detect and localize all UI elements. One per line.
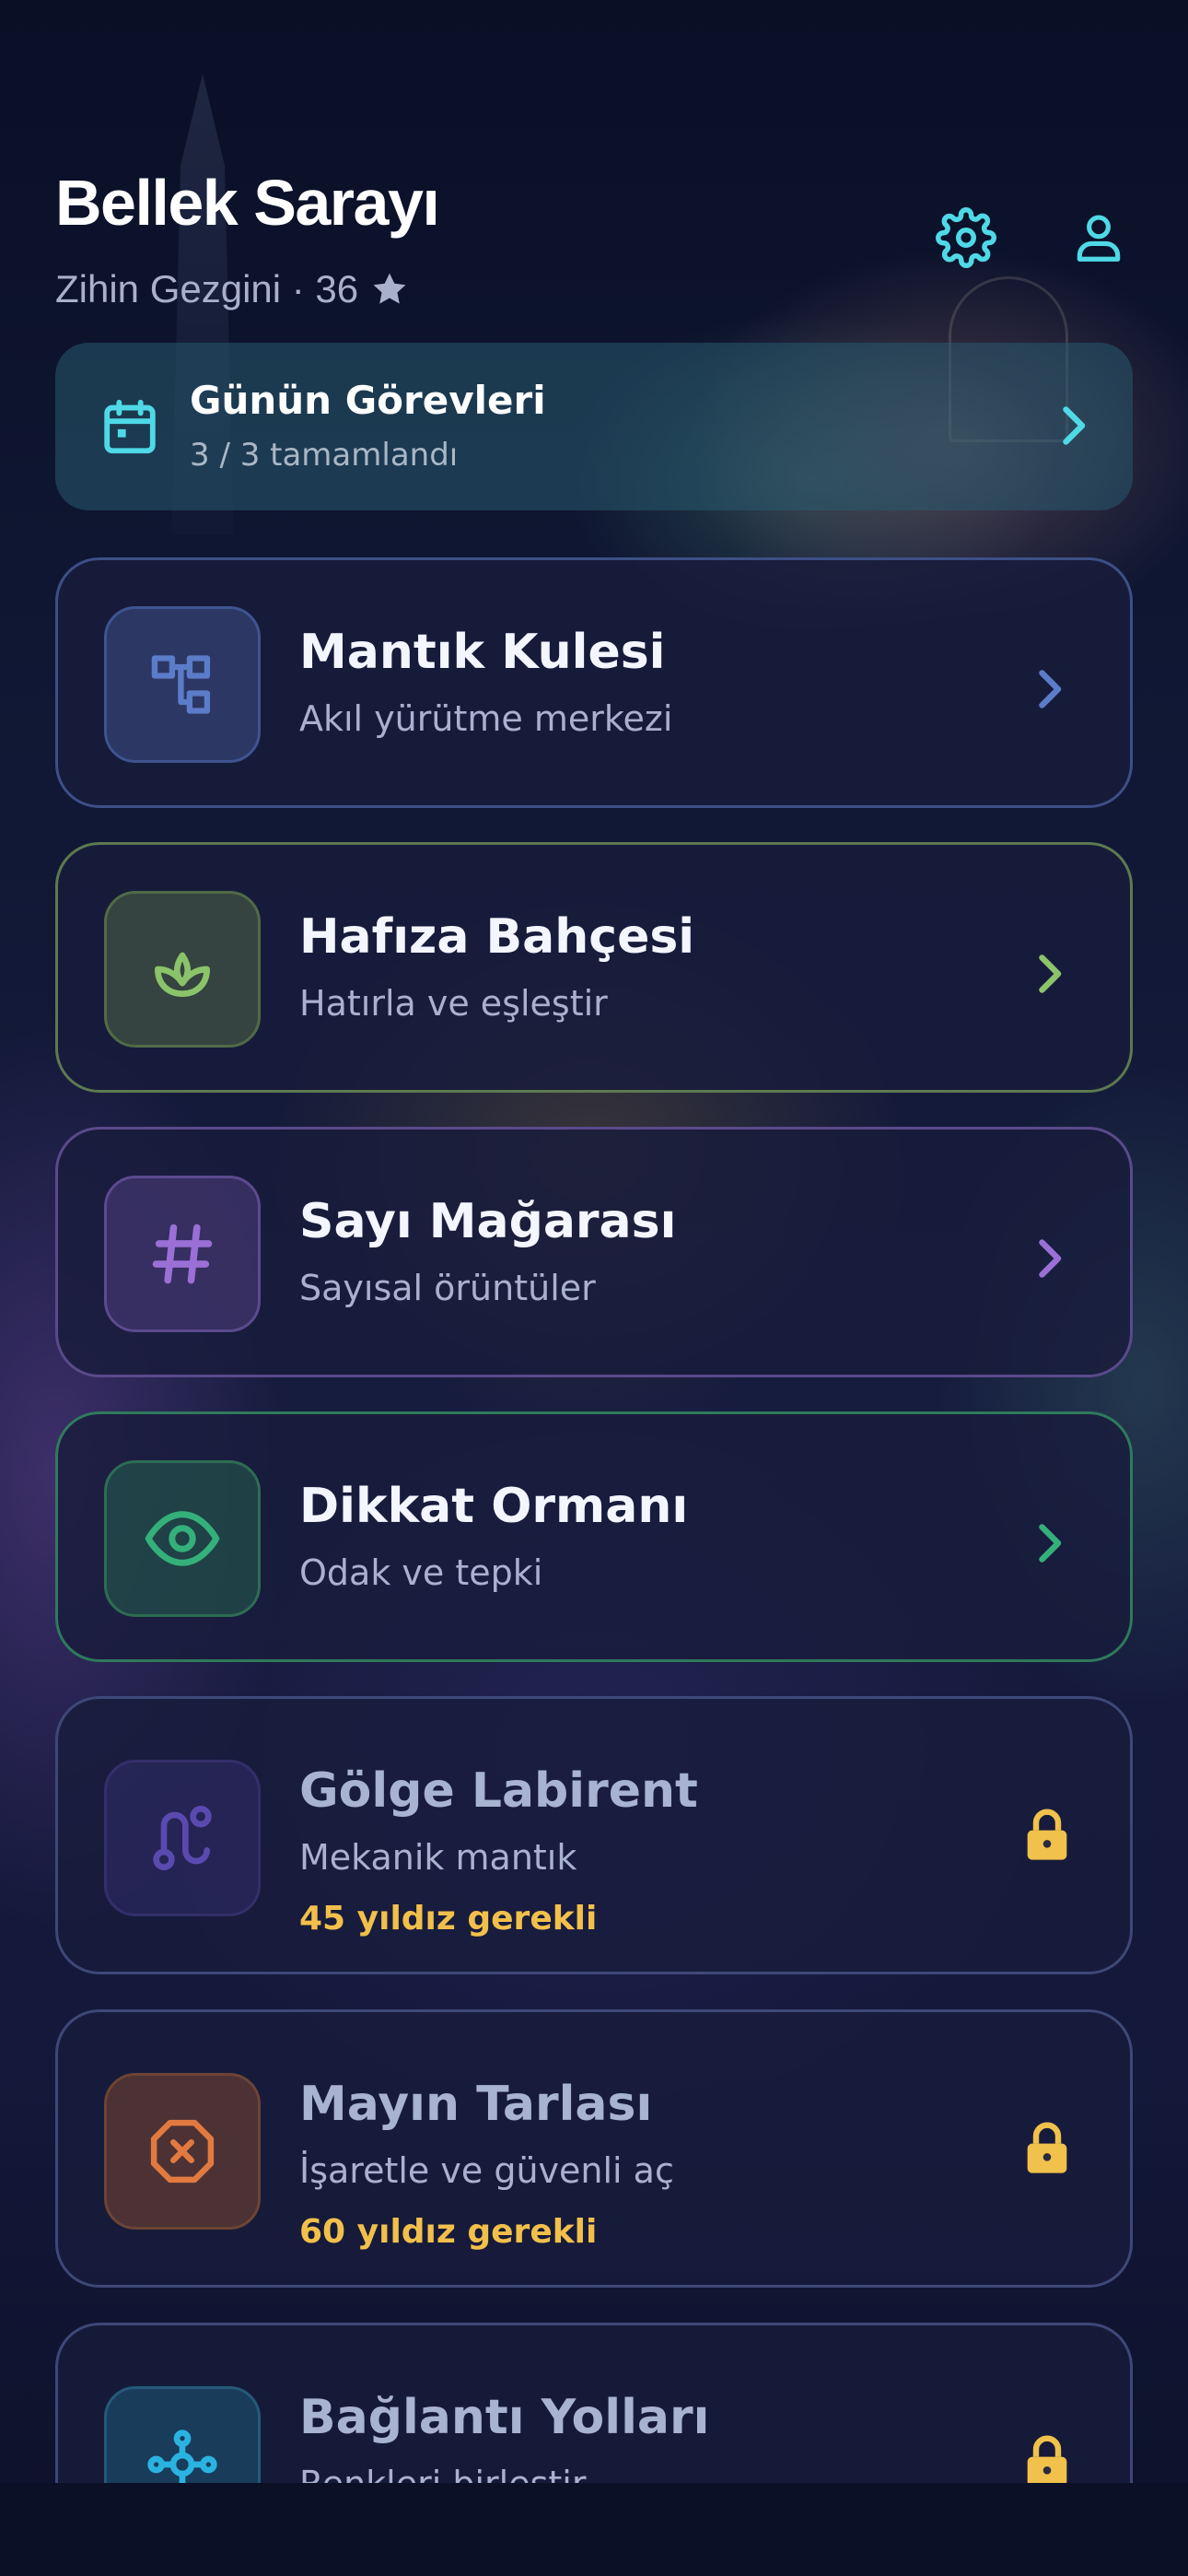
game-card-dikkat-ormani[interactable]: Dikkat Ormanı Odak ve tepki xyxy=(55,1411,1133,1662)
hash-icon xyxy=(152,1224,213,1284)
game-card-mantik-kulesi[interactable]: Mantık Kulesi Akıl yürütme merkezi xyxy=(55,557,1133,808)
user-icon xyxy=(1077,215,1121,262)
eye-icon xyxy=(145,1511,220,1566)
daily-quests-progress: 3 / 3 tamamlandı xyxy=(190,437,459,474)
card-title: Gölge Labirent xyxy=(299,1763,698,1819)
card-subtitle: İşaretle ve güvenli aç xyxy=(299,2150,674,2191)
calendar-icon xyxy=(104,399,156,454)
lock-icon xyxy=(1027,1809,1067,1860)
player-rank-and-stars: Zihin Gezgini · 36 xyxy=(55,267,359,310)
chevron-right-icon xyxy=(1039,954,1062,993)
card-icon-box xyxy=(104,891,261,1048)
card-subtitle: Sayısal örüntüler xyxy=(299,1268,596,1308)
mine-icon xyxy=(150,2119,215,2184)
lock-icon xyxy=(1027,2122,1067,2173)
chevron-right-icon xyxy=(1063,406,1086,445)
card-icon-box xyxy=(104,2073,261,2230)
card-title: Hafıza Bahçesi xyxy=(299,909,695,965)
star-icon xyxy=(373,273,406,304)
card-title: Mantık Kulesi xyxy=(299,625,666,680)
gear-icon xyxy=(936,207,996,268)
game-card-golge-labirent[interactable]: Gölge Labirent Mekanik mantık 45 yıldız … xyxy=(55,1696,1133,1974)
profile-button[interactable] xyxy=(1066,205,1132,271)
chevron-right-icon xyxy=(1039,670,1062,708)
game-card-hafiza-bahcesi[interactable]: Hafıza Bahçesi Hatırla ve eşleştir xyxy=(55,842,1133,1093)
card-title: Bağlantı Yolları xyxy=(299,2390,710,2445)
card-subtitle: Mekanik mantık xyxy=(299,1837,577,1878)
unlock-requirement: 60 yıldız gerekli xyxy=(299,2213,598,2251)
card-icon-box xyxy=(104,1760,261,1916)
route-icon xyxy=(153,1806,212,1870)
settings-button[interactable] xyxy=(933,205,999,271)
card-subtitle: Hatırla ve eşleştir xyxy=(299,983,608,1024)
hierarchy-icon xyxy=(151,655,211,714)
daily-quests-banner[interactable]: Günün Görevleri 3 / 3 tamamlandı xyxy=(55,343,1133,510)
page-title: Bellek Sarayı xyxy=(55,167,440,239)
game-card-sayi-magarasi[interactable]: Sayı Mağarası Sayısal örüntüler xyxy=(55,1127,1133,1377)
chevron-right-icon xyxy=(1039,1239,1062,1278)
card-icon-box xyxy=(104,1460,261,1617)
game-card-mayin-tarlasi[interactable]: Mayın Tarlası İşaretle ve güvenli aç 60 … xyxy=(55,2009,1133,2288)
card-subtitle: Odak ve tepki xyxy=(299,1552,543,1593)
card-icon-box xyxy=(104,606,261,763)
card-title: Mayın Tarlası xyxy=(299,2077,653,2132)
card-title: Dikkat Ormanı xyxy=(299,1479,689,1534)
player-subtitle: Zihin Gezgini · 36 xyxy=(55,267,410,311)
card-subtitle: Akıl yürütme merkezi xyxy=(299,698,673,739)
sprout-icon xyxy=(155,952,211,997)
chevron-right-icon xyxy=(1039,1524,1062,1563)
daily-quests-title: Günün Görevleri xyxy=(190,378,546,423)
card-icon-box xyxy=(104,1176,261,1332)
card-title: Sayı Mağarası xyxy=(299,1194,677,1249)
unlock-requirement: 45 yıldız gerekli xyxy=(299,1900,598,1938)
bottom-bar xyxy=(0,2483,1188,2576)
